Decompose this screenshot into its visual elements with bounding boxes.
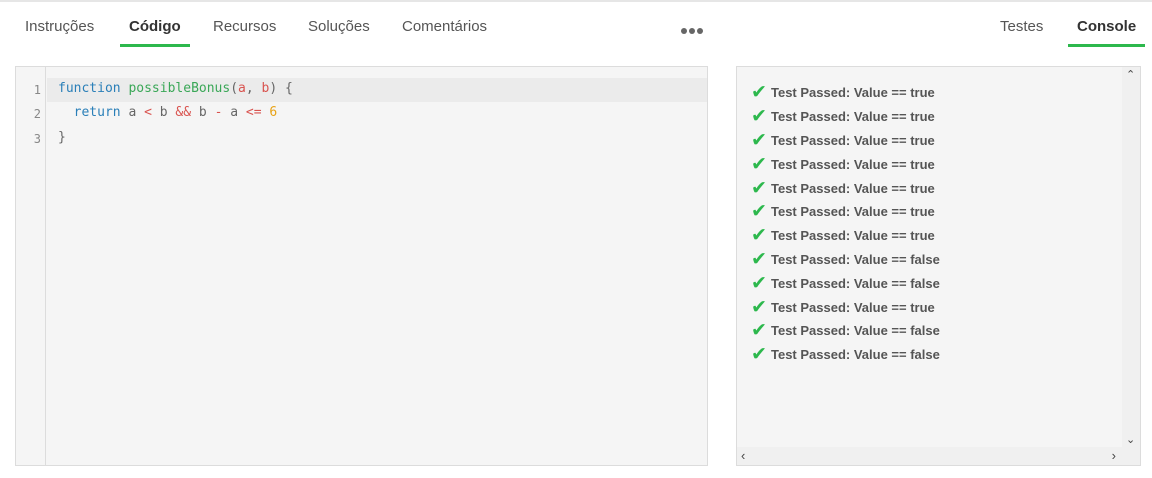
test-result-message: Test Passed: Value == false [771,347,940,363]
check-icon: ✔ [751,320,767,342]
scroll-right-icon[interactable]: › [1112,449,1116,462]
ellipsis-dot [689,28,695,34]
line-number: 2 [33,107,41,121]
code-token: b [191,105,215,120]
check-icon: ✔ [751,129,767,151]
scroll-left-icon[interactable]: ‹ [741,449,745,462]
test-result-message: Test Passed: Value == false [771,275,940,291]
tab-comentarios[interactable]: Comentários [402,18,487,48]
console-line: ✔ Test Passed: Value == true [737,295,1123,319]
scroll-down-icon[interactable]: ⌄ [1126,435,1135,446]
console-output: ✔ Test Passed: Value == true ✔ Test Passed:… [737,81,1123,367]
code-editor[interactable]: 1 2 3 function possibleBonus(a, b) { ret… [15,66,708,466]
code-token: 6 [269,105,278,120]
tab-label: Soluções [308,18,370,35]
console-panel: ✔ Test Passed: Value == true ✔ Test Passed:… [736,66,1141,466]
code-token: } [58,130,66,145]
check-icon: ✔ [751,344,767,366]
code-token: <= [245,105,262,120]
test-result-message: Test Passed: Value == false [771,251,940,267]
tab-label: Testes [1000,18,1044,35]
check-icon: ✔ [751,106,767,128]
check-icon: ✔ [751,296,767,318]
test-result-message: Test Passed: Value == true [771,132,935,148]
console-line: ✔ Test Passed: Value == false [737,271,1123,295]
code-token: return [73,105,121,120]
tab-testes[interactable]: Testes [1000,18,1043,48]
tab-label: Recursos [213,18,277,35]
scroll-up-icon[interactable]: ⌃ [1126,70,1135,81]
ellipsis-dot [681,28,687,34]
ellipsis-dot [697,28,703,34]
check-icon: ✔ [751,272,767,294]
check-icon: ✔ [751,177,767,199]
horizontal-scrollbar[interactable]: ‹ › [737,447,1140,465]
test-result-message: Test Passed: Value == true [771,109,935,125]
code-token: ( [230,81,239,96]
tab-label: Console [1077,18,1137,35]
top-divider [0,0,1152,2]
check-icon: ✔ [751,248,767,270]
code-token: possibleBonus [128,81,231,96]
code-token: ) { [269,81,293,96]
code-line[interactable]: } [58,130,66,145]
console-line: ✔ Test Passed: Value == false [737,248,1123,272]
test-result-message: Test Passed: Value == true [771,85,935,101]
test-result-message: Test Passed: Value == true [771,228,935,244]
console-line: ✔ Test Passed: Value == true [737,176,1123,200]
check-icon: ✔ [751,153,767,175]
line-number-gutter: 1 2 3 [16,67,46,465]
tab-codigo[interactable]: Código [120,18,190,48]
tab-recursos[interactable]: Recursos [213,18,276,48]
code-line[interactable]: return a < b && b - a <= 6 [58,105,278,120]
console-line: ✔ Test Passed: Value == true [737,129,1123,153]
tab-label: Código [129,18,181,35]
code-token: function [58,81,121,96]
test-result-message: Test Passed: Value == true [771,180,935,196]
code-token: b [151,105,176,120]
console-line: ✔ Test Passed: Value == true [737,224,1123,248]
code-token: , [245,81,262,96]
active-tab-indicator [120,44,190,47]
test-result-message: Test Passed: Value == true [771,156,935,172]
check-icon: ✔ [751,201,767,223]
code-token: < [144,105,152,120]
console-line: ✔ Test Passed: Value == false [737,343,1123,367]
tab-label: Instruções [25,18,95,35]
vertical-scrollbar[interactable]: ⌃ ⌄ [1122,67,1140,449]
console-line: ✔ Test Passed: Value == true [737,200,1123,224]
code-token: a [238,81,246,96]
test-result-message: Test Passed: Value == false [771,323,940,339]
code-token: && [175,105,192,120]
tab-console[interactable]: Console [1068,18,1146,48]
check-icon: ✔ [751,225,767,247]
code-token: a [222,105,246,120]
console-line: ✔ Test Passed: Value == true [737,81,1123,105]
check-icon: ✔ [751,82,767,104]
console-line: ✔ Test Passed: Value == false [737,319,1123,343]
console-line: ✔ Test Passed: Value == true [737,105,1123,129]
console-line: ✔ Test Passed: Value == true [737,152,1123,176]
tab-label: Comentários [402,18,488,35]
ellipsis-icon[interactable] [680,24,704,38]
test-result-message: Test Passed: Value == true [771,204,935,220]
line-number: 3 [33,132,41,146]
tab-instrucoes[interactable]: Instruções [25,18,94,48]
test-result-message: Test Passed: Value == true [771,299,935,315]
code-token: a [120,105,145,120]
line-number: 1 [33,83,41,97]
active-tab-indicator [1068,44,1146,47]
tab-solucoes[interactable]: Soluções [308,18,370,48]
code-line[interactable]: function possibleBonus(a, b) { [58,81,293,96]
